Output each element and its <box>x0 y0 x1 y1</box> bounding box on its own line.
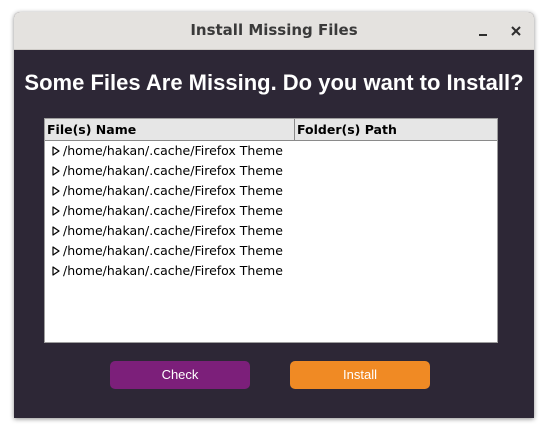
minimize-icon <box>479 34 487 36</box>
row-file-name: /home/hakan/.cache/Firefox Theme <box>63 163 283 178</box>
missing-files-tree[interactable]: File(s) Name Folder(s) Path /home/hakan/… <box>44 118 498 343</box>
minimize-button[interactable] <box>472 20 494 42</box>
row-file-name: /home/hakan/.cache/Firefox Theme <box>63 263 283 278</box>
tree-row[interactable]: /home/hakan/.cache/Firefox Theme <box>45 221 497 241</box>
row-file-name: /home/hakan/.cache/Firefox Theme <box>63 223 283 238</box>
tree-row[interactable]: /home/hakan/.cache/Firefox Theme <box>45 141 497 161</box>
tree-header: File(s) Name Folder(s) Path <box>45 119 497 141</box>
tree-rows: /home/hakan/.cache/Firefox Theme/home/ha… <box>45 141 497 281</box>
row-file-name: /home/hakan/.cache/Firefox Theme <box>63 203 283 218</box>
column-header-folder-path[interactable]: Folder(s) Path <box>295 119 497 140</box>
close-button[interactable] <box>505 20 527 42</box>
tree-row[interactable]: /home/hakan/.cache/Firefox Theme <box>45 241 497 261</box>
row-file-name: /home/hakan/.cache/Firefox Theme <box>63 243 283 258</box>
missing-files-heading: Some Files Are Missing. Do you want to I… <box>24 70 524 95</box>
install-button[interactable]: Install <box>290 361 430 389</box>
row-file-name: /home/hakan/.cache/Firefox Theme <box>63 183 283 198</box>
tree-row[interactable]: /home/hakan/.cache/Firefox Theme <box>45 261 497 281</box>
title-bar[interactable]: Install Missing Files <box>14 12 534 50</box>
row-file-name: /home/hakan/.cache/Firefox Theme <box>63 143 283 158</box>
tree-row[interactable]: /home/hakan/.cache/Firefox Theme <box>45 161 497 181</box>
column-header-file-name[interactable]: File(s) Name <box>45 119 295 140</box>
close-icon <box>511 26 521 36</box>
window-title: Install Missing Files <box>190 21 358 39</box>
dialog-window: Install Missing Files Some Files Are Mis… <box>14 12 534 418</box>
tree-row[interactable]: /home/hakan/.cache/Firefox Theme <box>45 201 497 221</box>
check-button[interactable]: Check <box>110 361 250 389</box>
tree-row[interactable]: /home/hakan/.cache/Firefox Theme <box>45 181 497 201</box>
